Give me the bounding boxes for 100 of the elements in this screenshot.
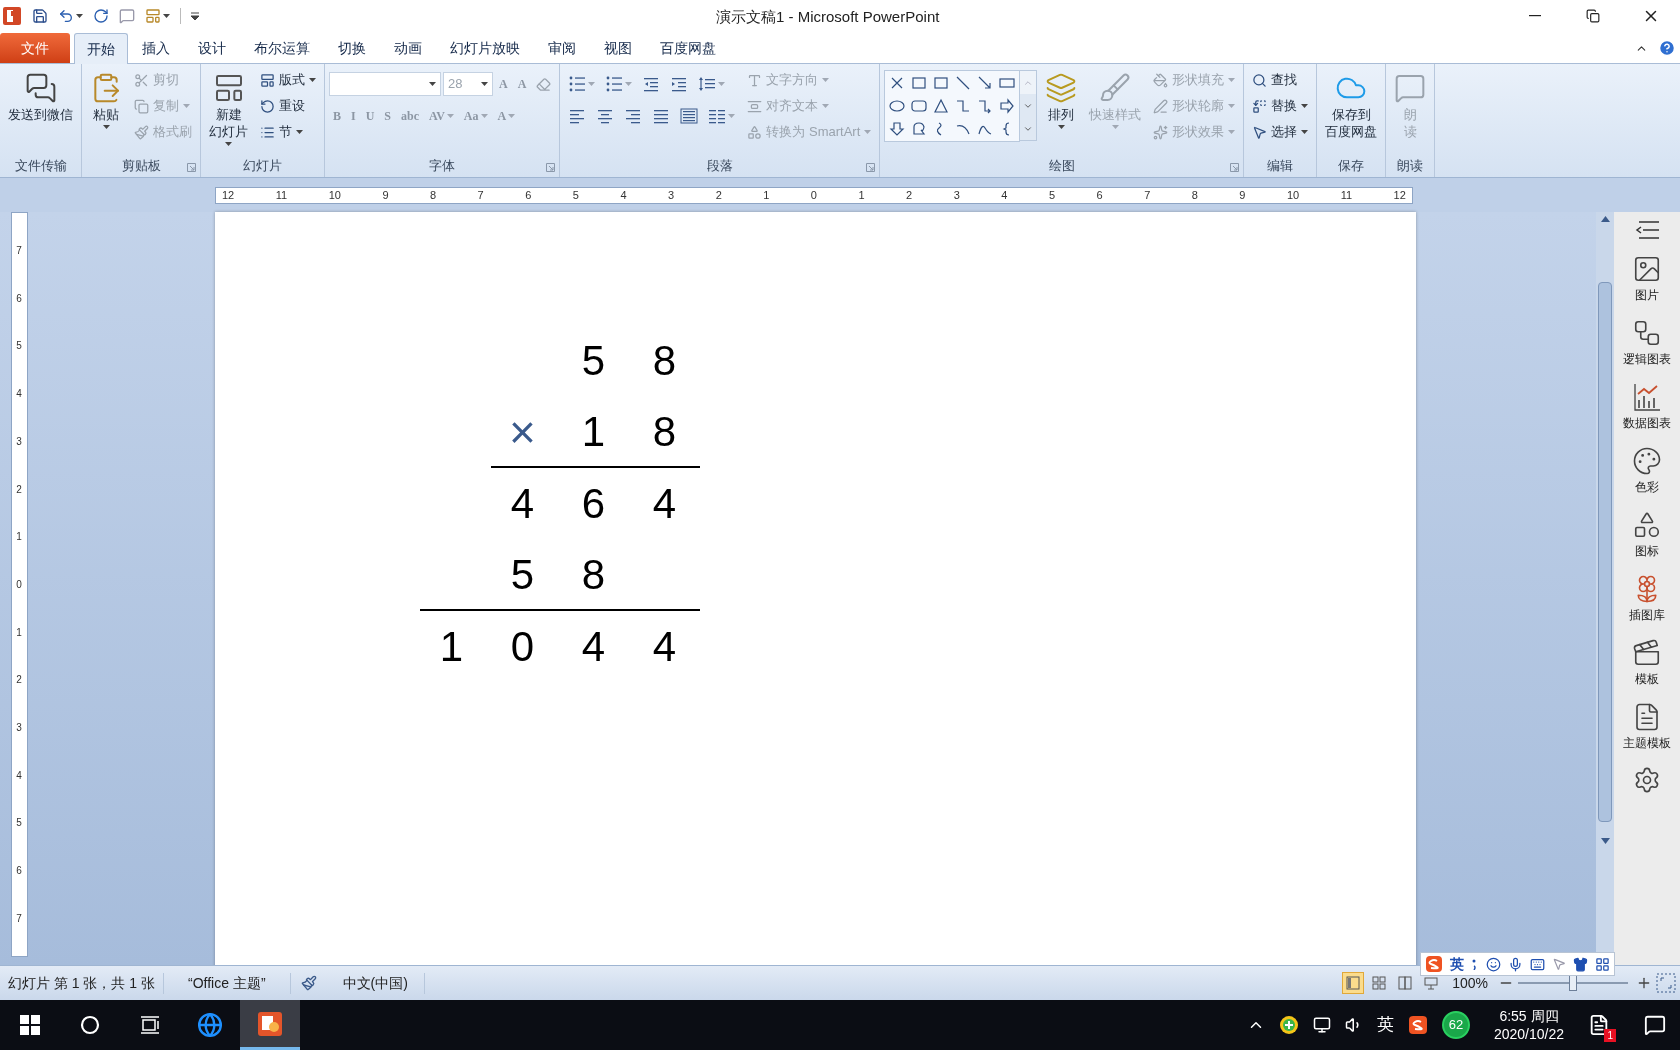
side-pane-item[interactable]: 色彩 [1632, 446, 1662, 496]
notes-icon[interactable] [1588, 1014, 1610, 1036]
input-language[interactable]: 英 [1376, 1012, 1394, 1038]
ruler-number: 11 [275, 187, 288, 203]
layers-icon [1045, 72, 1078, 104]
shape-icon[interactable] [889, 98, 906, 114]
punctuation-icon[interactable] [1471, 958, 1479, 970]
keyboard-icon[interactable] [1530, 956, 1545, 972]
ribbon-button[interactable]: 查找 [1248, 68, 1313, 92]
digit: 5 [510, 553, 535, 596]
redo-icon[interactable] [93, 8, 109, 24]
caret-icon [1228, 78, 1236, 82]
scrollbar-thumb[interactable] [1598, 282, 1612, 822]
scroll-down-arrow-icon[interactable] [1600, 838, 1610, 844]
group-label: 保存 [1338, 157, 1365, 176]
ime-logo-icon [1425, 955, 1443, 973]
security-shield-icon[interactable] [1278, 1015, 1299, 1035]
ribbon-tab[interactable]: 视图 [590, 33, 646, 63]
side-pane-item[interactable]: 插图库 [1629, 574, 1665, 624]
new-slide-icon[interactable] [145, 8, 161, 24]
save-icon[interactable] [32, 8, 48, 24]
shape-icon[interactable] [911, 121, 928, 137]
shape-icon[interactable] [889, 121, 906, 137]
ruler-number: 4 [16, 768, 22, 783]
side-pane-item[interactable]: 数据图表 [1623, 382, 1671, 432]
ribbon-tab[interactable]: 幻灯片放映 [436, 33, 534, 63]
ruler-number: 4 [16, 387, 22, 402]
notification-count: 1 [1604, 1029, 1616, 1042]
task-view-icon [139, 1015, 161, 1035]
customize-icon[interactable] [191, 12, 199, 20]
zoom-in-icon[interactable] [1636, 975, 1652, 991]
align-right-icon [624, 108, 643, 124]
comment-icon[interactable] [119, 8, 135, 24]
ribbon-tab[interactable]: 开始 [74, 33, 128, 64]
ribbon-button[interactable]: 选择 [1248, 120, 1313, 144]
language-status[interactable]: 中文(中国) [326, 972, 425, 994]
ribbon-button[interactable]: 发送到微信 [4, 68, 77, 152]
input-method-icon[interactable] [1407, 1015, 1428, 1035]
shirt-icon[interactable] [1573, 956, 1588, 972]
globe-icon [197, 1012, 223, 1038]
microphone-icon[interactable] [1508, 956, 1523, 972]
file-tab[interactable]: 文件 [0, 33, 70, 63]
side-pane-item[interactable]: 图标 [1632, 510, 1662, 560]
ruler-number: 5 [16, 816, 22, 831]
ribbon-button[interactable]: 版式 [256, 68, 320, 92]
ribbon-button[interactable]: 排列 [1041, 68, 1082, 152]
copy-icon [134, 98, 149, 114]
ribbon-tab[interactable]: 切换 [324, 33, 380, 63]
pointer-icon[interactable] [1552, 957, 1566, 971]
network-icon[interactable] [1312, 1016, 1331, 1034]
ribbon-button[interactable]: 替换 [1248, 94, 1313, 118]
zoom-slider-thumb[interactable] [1569, 975, 1577, 991]
ribbon-tab[interactable]: 设计 [184, 33, 240, 63]
paint-bucket-icon [1153, 72, 1169, 88]
emoji-icon[interactable] [1486, 956, 1501, 972]
ribbon-tab[interactable]: 动画 [380, 33, 436, 63]
undo-icon[interactable] [58, 8, 74, 24]
view-button[interactable] [1342, 972, 1365, 994]
ribbon-button[interactable]: 节 [256, 120, 320, 144]
ribbon-tab[interactable]: 布尔运算 [240, 33, 324, 63]
shape-icon[interactable] [933, 98, 950, 114]
zoom-level[interactable]: 100% [1446, 972, 1494, 994]
ribbon-button[interactable]: 重设 [256, 94, 320, 118]
presentation-app-button[interactable] [240, 1000, 300, 1050]
ribbon-button[interactable]: 保存到 百度网盘 [1321, 68, 1382, 152]
ribbon-tab[interactable]: 审阅 [534, 33, 590, 63]
line-spacing-icon [698, 76, 717, 92]
ribbon-button[interactable]: 新建 幻灯片 [205, 68, 252, 152]
caret-icon [1228, 104, 1236, 108]
collapse-pane-icon[interactable] [1633, 220, 1661, 240]
shape-icon[interactable] [999, 98, 1016, 114]
grid-icon[interactable] [1595, 956, 1610, 972]
eraser-icon [536, 76, 552, 92]
shape-icon[interactable] [955, 75, 972, 91]
sorter-view-icon [1372, 976, 1387, 990]
caret-icon [429, 82, 436, 86]
help-icon[interactable] [1658, 39, 1676, 57]
ruler-number: 5 [16, 339, 22, 354]
side-pane-item[interactable]: 主题模板 [1623, 702, 1671, 752]
shape-icon[interactable] [911, 98, 928, 114]
group-label: 朗读 [1397, 157, 1424, 176]
caret-icon [1301, 130, 1309, 134]
ruler-number: 2 [16, 482, 22, 497]
shapes-gallery[interactable] [884, 70, 1021, 142]
settings-icon[interactable] [1633, 766, 1661, 794]
ruler-number: 4 [1001, 187, 1008, 203]
ime-mode[interactable]: 英 [1450, 953, 1464, 975]
side-pane-item[interactable]: 逻辑图表 [1623, 318, 1671, 368]
action-center-icon[interactable] [1644, 1014, 1666, 1036]
decrease-indent-icon [642, 76, 661, 92]
side-pane-item[interactable]: 图片 [1632, 254, 1662, 304]
caret-icon [864, 130, 872, 134]
ruler-number: 1 [858, 187, 865, 203]
clock[interactable]: 6:55 周四 2020/10/22 [1483, 1007, 1574, 1043]
ribbon-tab[interactable]: 百度网盘 [646, 33, 730, 63]
ribbon-button[interactable]: 粘贴 [86, 68, 126, 152]
scroll-up-arrow-icon[interactable] [1600, 216, 1610, 222]
side-pane-item[interactable]: 模板 [1632, 638, 1662, 688]
ribbon-tab[interactable]: 插入 [128, 33, 184, 63]
shape-icon[interactable] [977, 75, 994, 91]
